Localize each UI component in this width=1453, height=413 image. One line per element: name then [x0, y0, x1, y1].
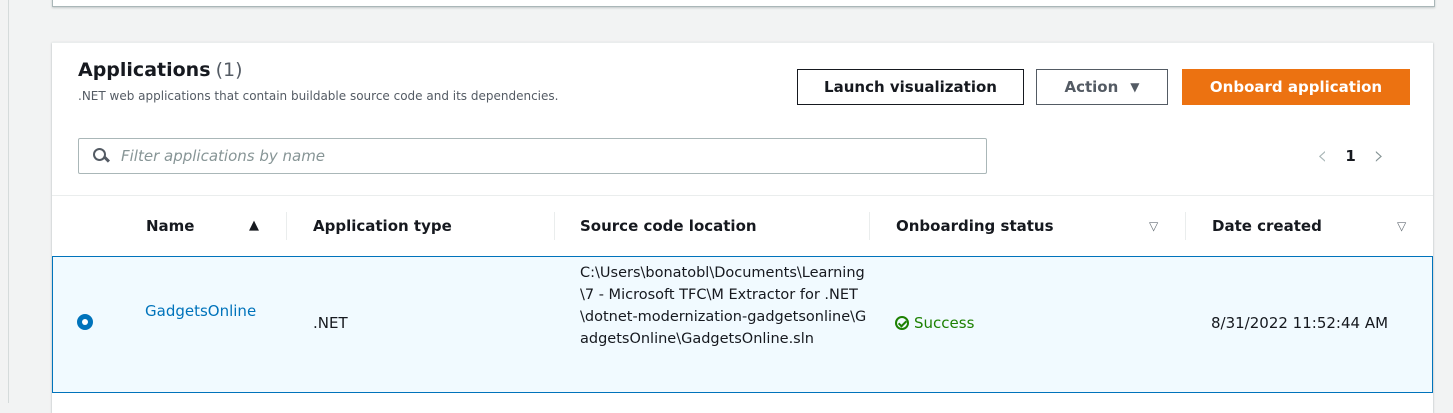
column-header-date-created[interactable]: Date created [1212, 196, 1322, 256]
column-header-onboarding-status[interactable]: Onboarding status [896, 196, 1054, 256]
column-header-name[interactable]: Name [146, 196, 194, 256]
success-check-icon [895, 316, 909, 330]
sort-toggle-icon[interactable]: ▽ [1149, 219, 1158, 233]
filter-input[interactable] [119, 146, 963, 166]
application-name-link[interactable]: GadgetsOnline [145, 300, 260, 322]
search-icon [93, 148, 109, 164]
launch-visualization-button[interactable]: Launch visualization [797, 69, 1024, 105]
column-header-label: Name [146, 217, 195, 235]
panel-description: .NET web applications that contain build… [78, 89, 559, 103]
date-created: 8/31/2022 11:52:44 AM [1211, 314, 1389, 332]
launch-visualization-label: Launch visualization [824, 78, 997, 96]
sort-toggle-icon[interactable]: ▽ [1397, 219, 1406, 233]
status-label: Success [914, 314, 975, 332]
source-code-location: C:\Users\bonatobl\Documents\Learning\7 -… [580, 265, 867, 347]
column-header-label: Date created [1212, 217, 1322, 235]
sort-ascending-icon[interactable]: ▲ [249, 218, 259, 233]
action-label: Action [1064, 78, 1119, 96]
table-header: Name ▲ Application type Source code loca… [52, 195, 1433, 256]
caret-down-icon: ▼ [1130, 80, 1140, 94]
column-header-source-code-location[interactable]: Source code location [580, 196, 757, 256]
page-left-border [8, 0, 9, 403]
page-number[interactable]: 1 [1345, 147, 1355, 165]
column-divider [1185, 212, 1186, 240]
onboard-application-label: Onboard application [1209, 78, 1383, 96]
table-row[interactable]: GadgetsOnline .NET C:\Users\bonatobl\Doc… [52, 256, 1433, 393]
column-header-label: Onboarding status [896, 217, 1054, 235]
column-header-label: Source code location [580, 217, 757, 235]
chevron-left-icon[interactable]: ‹ [1317, 143, 1327, 169]
panel-header: Applications (1) [78, 59, 243, 81]
applications-panel: Applications (1) .NET web applications t… [52, 42, 1433, 413]
row-select-radio[interactable] [77, 314, 93, 330]
panel-title: Applications [78, 59, 211, 81]
onboarding-status: Success [895, 314, 974, 332]
column-divider [554, 212, 555, 240]
pagination: ‹ 1 › [1317, 141, 1384, 171]
column-header-label: Application type [313, 217, 452, 235]
previous-panel-edge [52, 0, 1435, 7]
action-dropdown-button[interactable]: Action ▼ [1036, 69, 1168, 105]
application-count: (1) [215, 59, 243, 81]
column-divider [869, 212, 870, 240]
onboard-application-button[interactable]: Onboard application [1182, 69, 1410, 105]
filter-field[interactable] [78, 138, 987, 174]
chevron-right-icon[interactable]: › [1374, 143, 1384, 169]
column-header-application-type[interactable]: Application type [313, 196, 452, 256]
column-divider [286, 212, 287, 240]
application-type: .NET [313, 314, 348, 332]
